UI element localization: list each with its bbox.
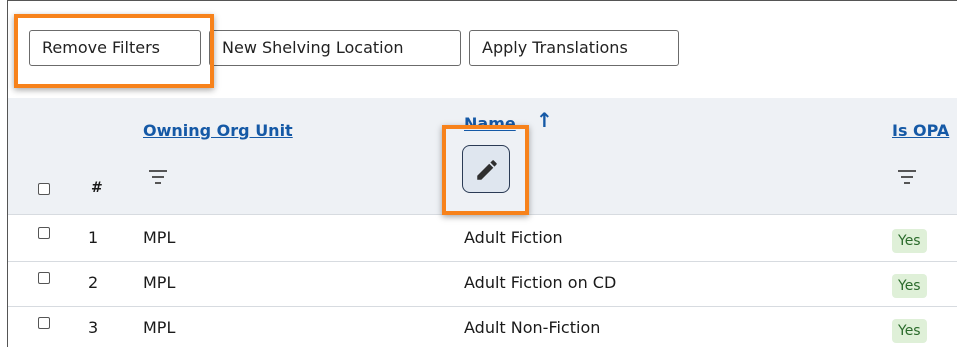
- select-all-checkbox[interactable]: [38, 183, 50, 195]
- new-shelving-location-button[interactable]: New Shelving Location: [209, 30, 461, 66]
- row-number-header: #: [91, 180, 103, 196]
- opac-visible-badge: Yes: [892, 274, 927, 298]
- opac-visible-badge: Yes: [892, 319, 927, 343]
- apply-translations-button[interactable]: Apply Translations: [469, 30, 679, 66]
- name-cell: Adult Non-Fiction: [464, 318, 601, 337]
- owning-org-unit-cell: MPL: [143, 273, 176, 292]
- row-divider: [8, 261, 957, 262]
- row-checkbox[interactable]: [38, 317, 50, 329]
- panel-border-top: [7, 0, 957, 1]
- column-header-name[interactable]: Name: [464, 114, 516, 133]
- column-header-is-opac[interactable]: Is OPA: [892, 121, 949, 140]
- arrow-up-icon: ↑: [536, 108, 553, 132]
- row-number: 2: [88, 273, 99, 292]
- filter-icon[interactable]: [143, 162, 173, 192]
- filter-icon[interactable]: [892, 162, 922, 192]
- row-number: 1: [88, 228, 99, 247]
- pencil-icon: [477, 160, 497, 180]
- row-checkbox[interactable]: [38, 227, 50, 239]
- header-divider: [8, 214, 957, 215]
- name-cell: Adult Fiction on CD: [464, 273, 617, 292]
- owning-org-unit-cell: MPL: [143, 228, 176, 247]
- remove-filters-button[interactable]: Remove Filters: [29, 30, 201, 66]
- row-checkbox[interactable]: [38, 272, 50, 284]
- name-filter-edit-button[interactable]: [462, 145, 510, 193]
- row-number: 3: [88, 318, 99, 337]
- owning-org-unit-cell: MPL: [143, 318, 176, 337]
- row-divider: [8, 306, 957, 307]
- opac-visible-badge: Yes: [892, 229, 927, 253]
- name-cell: Adult Fiction: [464, 228, 563, 247]
- column-header-owning-org-unit[interactable]: Owning Org Unit: [143, 121, 293, 140]
